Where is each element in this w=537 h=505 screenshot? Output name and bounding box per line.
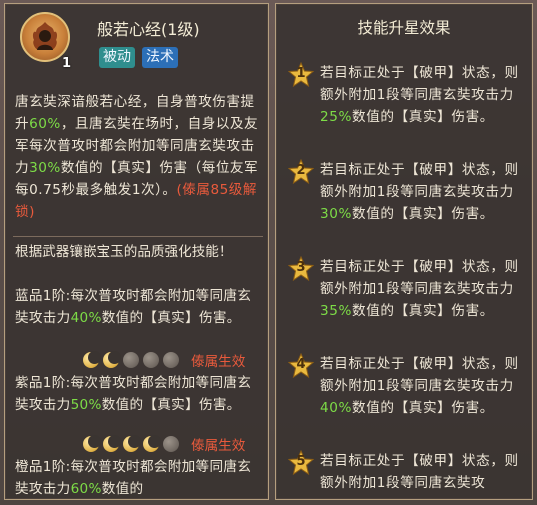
star-effect-5: 若目标正处于【破甲】状态，则额外附加1段等同唐玄奘攻 bbox=[320, 450, 526, 494]
star-value: 40% bbox=[320, 400, 353, 416]
gem-section-title: 根据武器镶嵌宝玉的品质强化技能！ bbox=[15, 244, 233, 260]
star-icon: 1 bbox=[287, 61, 315, 88]
moon-icon bbox=[143, 352, 159, 368]
star-text: 数值的【真实】伤害。 bbox=[352, 400, 494, 416]
star-effect-2: 若目标正处于【破甲】状态，则额外附加1段等同唐玄奘攻击力 30%数值的【真实】伤害… bbox=[320, 159, 526, 225]
star-value: 25% bbox=[320, 109, 353, 125]
gem-tier-blue: 蓝品1阶:每次普攻时都会附加等同唐玄奘攻击力40%数值的【真实】伤害。 bbox=[15, 285, 265, 329]
gem-value: 40% bbox=[70, 310, 102, 326]
star-text: 若目标正处于【破甲】状态，则额外附加1段等同唐玄奘攻击力 bbox=[320, 259, 519, 297]
gem-value: 60% bbox=[70, 481, 102, 497]
star-upgrade-title: 技能升星效果 bbox=[357, 19, 451, 37]
gem-value: 50% bbox=[70, 397, 102, 413]
tag-magic: 法术 bbox=[142, 47, 178, 68]
divider bbox=[13, 236, 263, 237]
star-text: 若目标正处于【破甲】状态，则额外附加1段等同唐玄奘攻击力 bbox=[320, 65, 519, 103]
star-text: 数值的【真实】伤害。 bbox=[352, 303, 494, 319]
moon-icon bbox=[83, 351, 101, 368]
gem-tier-purple: 紫品1阶:每次普攻时都会附加等同唐玄奘攻击力50%数值的【真实】伤害。 bbox=[15, 372, 265, 416]
tag-passive: 被动 bbox=[99, 47, 135, 68]
gem-tier-orange: 橙品1阶:每次普攻时都会附加等同唐玄奘攻击力60%数值的 bbox=[15, 456, 265, 500]
desc-value: 60% bbox=[29, 116, 61, 132]
desc-value: 30% bbox=[29, 160, 61, 176]
gem-text: 数值的【真实】伤害。 bbox=[101, 397, 241, 413]
skill-level-badge: 1 bbox=[62, 56, 72, 71]
flame-monk-icon bbox=[20, 12, 70, 62]
star-number: 5 bbox=[296, 454, 306, 469]
effect-label: 傣属生效 bbox=[191, 354, 246, 370]
star-number: 1 bbox=[296, 66, 306, 81]
star-number: 2 bbox=[296, 163, 306, 178]
effect-label: 傣属生效 bbox=[191, 438, 246, 454]
moon-icon bbox=[83, 435, 101, 452]
star-effect-3: 若目标正处于【破甲】状态，则额外附加1段等同唐玄奘攻击力 35%数值的【真实】伤害… bbox=[320, 256, 526, 322]
star-value: 30% bbox=[320, 206, 353, 222]
star-text: 若目标正处于【破甲】状态，则额外附加1段等同唐玄奘攻击力 bbox=[320, 162, 519, 200]
skill-detail-panel: 1 般若心经(1级) 被动 法术 唐玄奘深谙般若心经，自身普攻伤害提升60%，且… bbox=[4, 3, 269, 500]
star-value: 35% bbox=[320, 303, 353, 319]
star-number: 3 bbox=[296, 260, 306, 275]
star-effect-1: 若目标正处于【破甲】状态，则额外附加1段等同唐玄奘攻击力 25%数值的【真实】伤害… bbox=[320, 62, 526, 128]
star-text: 数值的【真实】伤害。 bbox=[352, 206, 494, 222]
moon-icon bbox=[123, 435, 141, 452]
gem-text: 数值的 bbox=[101, 481, 144, 497]
moon-icon bbox=[143, 435, 161, 452]
star-text: 若目标正处于【破甲】状态，则额外附加1段等同唐玄奘攻击力 bbox=[320, 356, 519, 394]
moon-icon bbox=[103, 435, 121, 452]
star-icon: 3 bbox=[287, 255, 315, 282]
skill-title: 般若心经(1级) bbox=[97, 20, 200, 39]
star-icon: 5 bbox=[287, 449, 315, 476]
moon-icon bbox=[163, 436, 179, 452]
moon-icon bbox=[103, 351, 121, 368]
star-upgrade-panel: 技能升星效果 1 若目标正处于【破甲】状态，则额外附加1段等同唐玄奘攻击力 25%… bbox=[275, 3, 533, 500]
star-icon: 4 bbox=[287, 352, 315, 379]
star-effect-4: 若目标正处于【破甲】状态，则额外附加1段等同唐玄奘攻击力 40%数值的【真实】伤害… bbox=[320, 353, 526, 419]
skill-description: 唐玄奘深谙般若心经，自身普攻伤害提升60%，且唐玄奘在场时，自身以及友军每次普攻… bbox=[15, 91, 265, 223]
star-icon: 2 bbox=[287, 158, 315, 185]
star-number: 4 bbox=[296, 357, 306, 372]
star-text: 若目标正处于【破甲】状态，则额外附加1段等同唐玄奘攻 bbox=[320, 453, 519, 491]
moon-icon bbox=[123, 352, 139, 368]
gem-text: 数值的【真实】伤害。 bbox=[101, 310, 241, 326]
star-text: 数值的【真实】伤害。 bbox=[352, 109, 494, 125]
moon-icon bbox=[163, 352, 179, 368]
